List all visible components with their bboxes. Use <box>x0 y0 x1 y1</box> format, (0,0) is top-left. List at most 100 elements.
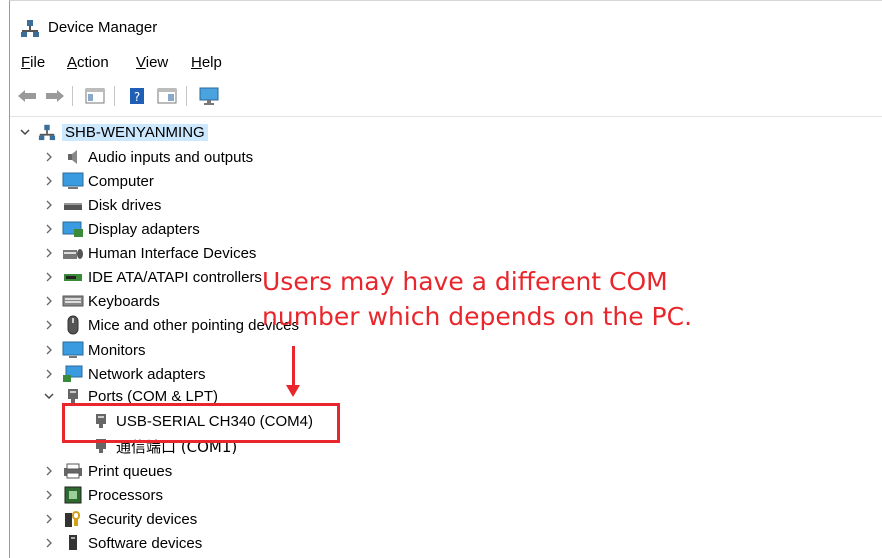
toolbar-separator <box>114 86 115 106</box>
security-device-icon <box>62 510 84 528</box>
chevron-right-icon[interactable] <box>42 222 56 236</box>
menu-file-accel: F <box>21 54 31 71</box>
tree-item-disk-drives[interactable]: Disk drives <box>42 194 161 216</box>
chevron-down-icon[interactable] <box>42 389 56 403</box>
menu-file[interactable]: File <box>21 54 45 71</box>
chevron-right-icon[interactable] <box>42 536 56 550</box>
processor-icon <box>62 486 84 504</box>
network-adapter-icon <box>62 365 84 383</box>
toolbar: ? <box>10 82 882 112</box>
back-button[interactable] <box>16 85 38 107</box>
tree-item-label: Ports (COM & LPT) <box>88 387 219 405</box>
tree-item-network[interactable]: Network adapters <box>42 363 206 385</box>
menu-view-rest: iew <box>145 54 169 71</box>
menu-view[interactable]: View <box>136 54 168 71</box>
mouse-icon <box>62 315 84 335</box>
computer-icon <box>62 172 84 190</box>
tree-item-processors[interactable]: Processors <box>42 484 163 506</box>
chevron-right-icon[interactable] <box>42 174 56 188</box>
show-hide-console-tree-button[interactable] <box>84 85 106 107</box>
tree-item-label: Computer <box>88 172 154 190</box>
chevron-down-icon[interactable] <box>18 125 32 139</box>
chevron-right-icon[interactable] <box>42 488 56 502</box>
tree-item-security[interactable]: Security devices <box>42 508 197 530</box>
annotation-arrow-line <box>292 346 295 388</box>
tree-item-label: Print queues <box>88 462 173 480</box>
scan-hardware-button[interactable] <box>198 85 220 107</box>
tree-item-monitors[interactable]: Monitors <box>42 339 146 361</box>
menu-view-accel: V <box>136 54 146 71</box>
title-bar: Device Manager <box>10 12 882 46</box>
chevron-right-icon[interactable] <box>42 512 56 526</box>
chevron-right-icon[interactable] <box>42 367 56 381</box>
tree-item-display-adapters[interactable]: Display adapters <box>42 218 200 240</box>
tree-item-print-queues[interactable]: Print queues <box>42 460 172 482</box>
display-adapter-icon <box>62 220 84 238</box>
keyboard-icon <box>62 292 84 310</box>
help-button[interactable]: ? <box>126 85 148 107</box>
computer-network-icon <box>36 123 58 141</box>
human-interface-icon <box>62 244 84 262</box>
menu-help[interactable]: Help <box>191 54 222 71</box>
tree-item-computer[interactable]: Computer <box>42 170 154 192</box>
tree-root-label: SHB-WENYANMING <box>62 123 208 141</box>
printer-icon <box>62 462 84 480</box>
menu-help-rest: elp <box>201 54 222 71</box>
help-icon: ? <box>130 88 144 104</box>
tree-item-software[interactable]: Software devices <box>42 532 202 554</box>
tree-item-label: Monitors <box>88 341 146 359</box>
chevron-right-icon[interactable] <box>42 150 56 164</box>
chevron-right-icon[interactable] <box>42 294 56 308</box>
tree-item-label: IDE ATA/ATAPI controllers <box>88 268 262 286</box>
tree-item-label: Disk drives <box>88 196 162 214</box>
console-tree-icon <box>85 88 105 104</box>
monitor-scan-icon <box>199 87 219 105</box>
menu-help-accel: H <box>191 54 202 71</box>
annotation-arrow-head <box>286 385 300 397</box>
monitor-icon <box>62 341 84 359</box>
back-arrow-icon <box>18 90 36 102</box>
chevron-right-icon[interactable] <box>42 246 56 260</box>
toolbar-divider <box>10 116 882 117</box>
tree-item-label: Processors <box>88 486 164 504</box>
tree-item-label: Audio inputs and outputs <box>88 148 254 166</box>
menu-file-rest: ile <box>30 54 46 71</box>
tree-item-keyboards[interactable]: Keyboards <box>42 290 160 312</box>
toolbar-separator <box>186 86 187 106</box>
menu-action[interactable]: Action <box>67 54 109 71</box>
tree-item-hid[interactable]: Human Interface Devices <box>42 242 256 264</box>
properties-button[interactable] <box>156 85 178 107</box>
tree-item-label: Software devices <box>88 534 203 552</box>
toolbar-separator <box>72 86 73 106</box>
annotation-text: Users may have a different COM number wh… <box>262 264 692 334</box>
annotation-line-1: Users may have a different COM <box>262 267 668 296</box>
svg-text:?: ? <box>134 90 140 104</box>
device-manager-icon <box>20 18 40 42</box>
software-device-icon <box>62 534 84 552</box>
ide-controller-icon <box>62 268 84 286</box>
tree-item-label: Display adapters <box>88 220 200 238</box>
chevron-right-icon[interactable] <box>42 318 56 332</box>
chevron-right-icon[interactable] <box>42 343 56 357</box>
tree-item-label: Keyboards <box>88 292 160 310</box>
highlight-box <box>62 403 340 443</box>
properties-icon <box>157 88 177 104</box>
menu-action-rest: ction <box>77 54 109 71</box>
chevron-right-icon[interactable] <box>42 464 56 478</box>
disk-drive-icon <box>62 196 84 214</box>
window-title: Device Manager <box>48 19 158 36</box>
chevron-right-icon[interactable] <box>42 270 56 284</box>
tree-item-label: Human Interface Devices <box>88 244 257 262</box>
speaker-icon <box>62 148 84 166</box>
tree-item-ide[interactable]: IDE ATA/ATAPI controllers <box>42 266 262 288</box>
tree-item-mice[interactable]: Mice and other pointing devices <box>42 314 299 336</box>
menu-action-accel: A <box>67 54 78 71</box>
annotation-line-2: number which depends on the PC. <box>262 302 693 331</box>
tree-root[interactable]: SHB-WENYANMING <box>18 121 208 143</box>
forward-arrow-icon <box>46 90 64 102</box>
tree-item-label: Network adapters <box>88 365 206 383</box>
menu-bar: File Action View Help <box>10 52 882 76</box>
tree-item-audio[interactable]: Audio inputs and outputs <box>42 146 253 168</box>
chevron-right-icon[interactable] <box>42 198 56 212</box>
forward-button[interactable] <box>44 85 66 107</box>
